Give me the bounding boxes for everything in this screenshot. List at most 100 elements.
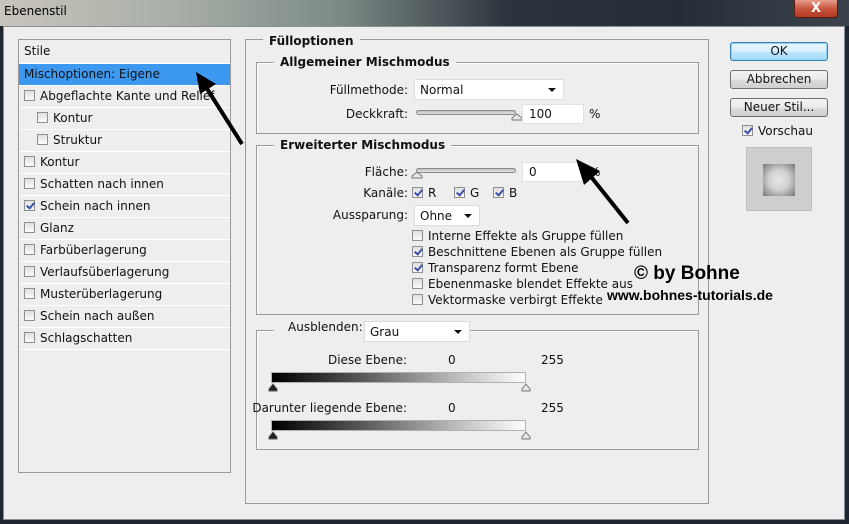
option-transparency-shapes[interactable]: Transparenz formt Ebene: [412, 261, 579, 275]
knockout-select[interactable]: Ohne: [414, 205, 480, 226]
style-item-label: Schlagschatten: [40, 331, 133, 345]
blend-mode-select[interactable]: Normal: [414, 79, 564, 100]
channel-r[interactable]: R: [412, 186, 436, 200]
style-item-label: Schein nach innen: [40, 199, 151, 213]
option-checkbox[interactable]: [412, 246, 423, 257]
style-checkbox[interactable]: [24, 90, 35, 101]
style-checkbox[interactable]: [24, 156, 35, 167]
style-item-label: Kontur: [40, 155, 80, 169]
option-label: Beschnittene Ebenen als Gruppe füllen: [428, 245, 663, 259]
opacity-slider[interactable]: [416, 110, 516, 115]
style-item-inner-shadow[interactable]: Schatten nach innen: [19, 174, 230, 196]
preview-swatch: [763, 164, 795, 196]
style-item-pattern-overlay[interactable]: Musterüberlagerung: [19, 284, 230, 306]
opacity-value: 100: [529, 107, 552, 121]
blend-mode-label: Füllmethode:: [329, 83, 408, 97]
style-item-label: Glanz: [40, 221, 74, 235]
blend-mode-value: Normal: [420, 83, 464, 97]
style-preview-thumbnail: [746, 147, 812, 211]
opacity-label: Deckkraft:: [345, 107, 408, 121]
underlying-layer-max: 255: [541, 401, 564, 415]
option-layer-mask-hides[interactable]: Ebenenmaske blendet Effekte aus: [412, 277, 633, 291]
channels-label: Kanäle:: [363, 186, 408, 200]
style-checkbox[interactable]: [24, 178, 35, 189]
style-item-inner-glow[interactable]: Schein nach innen: [19, 196, 230, 218]
option-checkbox[interactable]: [412, 294, 423, 305]
style-item-label: Farbüberlagerung: [40, 243, 147, 257]
blend-if-select[interactable]: Grau: [364, 321, 470, 342]
underlying-layer-gradient: [271, 420, 526, 431]
style-checkbox[interactable]: [24, 288, 35, 299]
close-icon: X: [810, 1, 822, 16]
channel-b[interactable]: B: [493, 186, 517, 200]
preview-label: Vorschau: [758, 124, 813, 138]
chevron-down-icon: [464, 214, 472, 218]
style-checkbox[interactable]: [24, 244, 35, 255]
close-button[interactable]: X: [794, 0, 838, 18]
underlying-layer-min: 0: [448, 401, 456, 415]
fill-options-title: Fülloptionen: [263, 34, 360, 48]
annotation-arrow-styles: [196, 72, 244, 146]
style-checkbox[interactable]: [24, 222, 35, 233]
style-checkbox[interactable]: [24, 200, 35, 211]
style-item-label: Schein nach außen: [40, 309, 155, 323]
option-clipped-layers[interactable]: Beschnittene Ebenen als Gruppe füllen: [412, 245, 662, 259]
dialog-body: Stile Mischoptionen: Eigene Abgeflachte …: [3, 26, 845, 520]
channel-r-label: R: [428, 186, 437, 200]
preview-toggle[interactable]: Vorschau: [742, 124, 813, 138]
style-item-label: Kontur: [53, 111, 93, 125]
style-item-stroke[interactable]: Kontur: [19, 152, 230, 174]
option-label: Ebenenmaske blendet Effekte aus: [428, 277, 633, 291]
cancel-button[interactable]: Abbrechen: [730, 70, 828, 89]
new-style-button[interactable]: Neuer Stil...: [730, 98, 828, 117]
blend-if-value: Grau: [370, 325, 400, 339]
channel-g-checkbox[interactable]: [454, 187, 465, 198]
style-checkbox[interactable]: [24, 266, 35, 277]
this-layer-min: 0: [448, 353, 456, 367]
style-checkbox[interactable]: [37, 112, 48, 123]
advanced-blending-title: Erweiterter Mischmodus: [274, 138, 452, 152]
opacity-unit: %: [589, 107, 601, 121]
channel-b-checkbox[interactable]: [493, 187, 504, 198]
general-blending-title: Allgemeiner Mischmodus: [274, 55, 456, 69]
style-item-drop-shadow[interactable]: Schlagschatten: [19, 328, 230, 350]
style-item-label: Musterüberlagerung: [40, 287, 163, 301]
style-item-color-overlay[interactable]: Farbüberlagerung: [19, 240, 230, 262]
fill-value: 0: [529, 165, 537, 179]
opacity-input[interactable]: 100: [522, 104, 584, 124]
option-checkbox[interactable]: [412, 262, 423, 273]
fill-slider[interactable]: [416, 168, 516, 173]
this-layer-label: Diese Ebene:: [327, 353, 407, 367]
ok-button[interactable]: OK: [730, 42, 828, 61]
underlying-layer-label: Darunter liegende Ebene:: [252, 401, 407, 415]
preview-checkbox[interactable]: [742, 125, 753, 136]
style-item-satin[interactable]: Glanz: [19, 218, 230, 240]
window-title: Ebenenstil: [4, 4, 67, 18]
option-vector-mask-hides[interactable]: Vektormaske verbirgt Effekte: [412, 293, 603, 307]
style-checkbox[interactable]: [37, 134, 48, 145]
style-item-label: Verlaufsüberlagerung: [40, 265, 170, 279]
style-checkbox[interactable]: [24, 310, 35, 321]
style-item-label: Schatten nach innen: [40, 177, 164, 191]
this-layer-max: 255: [541, 353, 564, 367]
channel-r-checkbox[interactable]: [412, 187, 423, 198]
style-item-outer-glow[interactable]: Schein nach außen: [19, 306, 230, 328]
knockout-value: Ohne: [420, 209, 453, 223]
channel-b-label: B: [509, 186, 518, 200]
style-item-label: Mischoptionen: Eigene: [24, 67, 160, 81]
styles-list-header[interactable]: Stile: [19, 40, 230, 64]
fill-label: Fläche:: [364, 165, 408, 179]
knockout-label: Aussparung:: [332, 208, 408, 222]
style-item-label: Abgeflachte Kante und Relief: [40, 89, 215, 103]
channel-g[interactable]: G: [454, 186, 479, 200]
channel-g-label: G: [470, 186, 480, 200]
annotation-arrow-fill: [576, 159, 630, 225]
option-checkbox[interactable]: [412, 278, 423, 289]
option-checkbox[interactable]: [412, 230, 423, 241]
style-item-gradient-overlay[interactable]: Verlaufsüberlagerung: [19, 262, 230, 284]
watermark-url: www.bohnes-tutorials.de: [607, 287, 773, 303]
chevron-down-icon: [548, 88, 556, 92]
style-checkbox[interactable]: [24, 332, 35, 343]
blend-if-label: Ausblenden:: [274, 320, 367, 334]
this-layer-gradient: [271, 372, 526, 383]
